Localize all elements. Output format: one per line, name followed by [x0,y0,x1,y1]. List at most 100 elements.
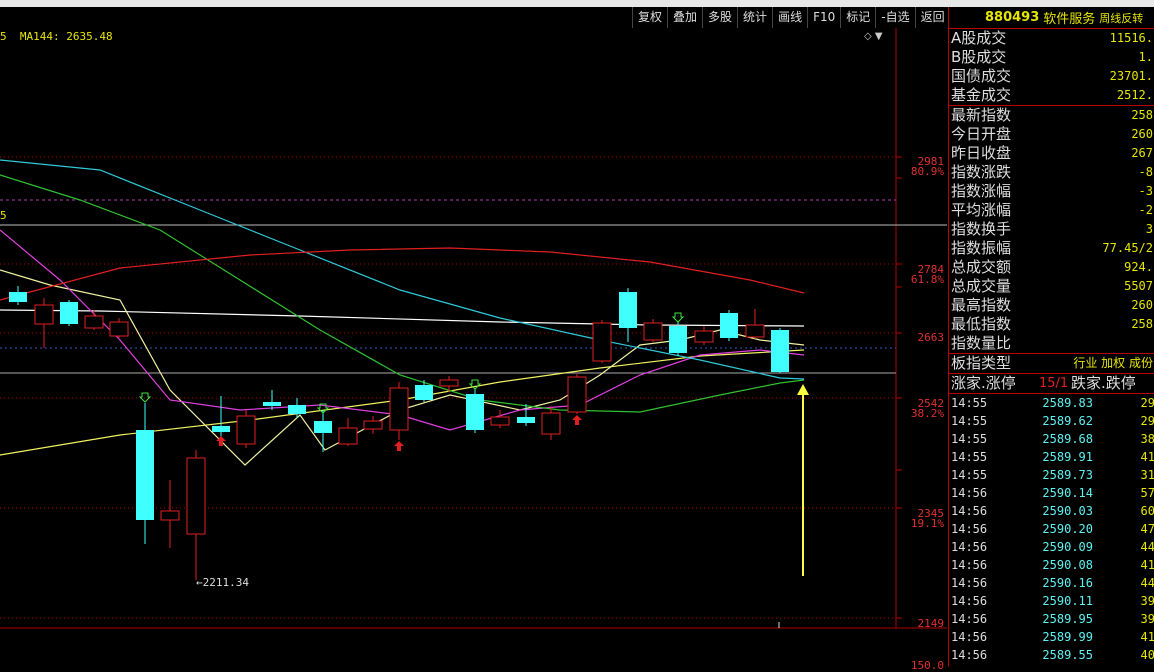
tick-volume: 60 [1140,504,1154,518]
tick-row[interactable]: 14:56 2589.95 39 [949,610,1154,628]
candlestick[interactable] [389,382,409,440]
index-info-panel: 880493 软件服务 周线反转 A股成交 11516. B股成交 1. 国债成交 237… [948,7,1154,667]
tick-row[interactable]: 14:56 2590.14 57 [949,484,1154,502]
candlestick[interactable] [160,480,180,548]
stat-label: 指数涨幅 [951,182,1012,200]
stat-value: 5507 [1124,279,1153,293]
stat-value: 260 [1131,298,1153,312]
stat-value: -3 [1138,184,1153,198]
index-type-label: 板指类型 [951,354,1012,372]
toolbar-watchlist-button[interactable]: -自选 [875,7,914,28]
candlestick[interactable] [466,388,484,433]
tick-time: 14:56 [951,612,988,626]
stat-value: -2 [1138,203,1153,217]
index-name: 软件服务 [1043,12,1096,27]
tick-row[interactable]: 14:56 2590.03 60 [949,502,1154,520]
candlestick[interactable] [212,396,230,438]
candlestick[interactable] [567,374,587,414]
tick-row[interactable]: 14:55 2589.83 29 [949,394,1154,412]
triangle-down-icon[interactable]: ▼ [875,31,883,42]
tick-price: 2589.62 [1042,414,1093,428]
tick-price: 2590.20 [1042,522,1093,536]
toolbar-overlay-button[interactable]: 叠加 [667,7,702,28]
candlestick[interactable] [34,298,54,348]
stat-label: 最新指数 [951,106,1012,124]
candlestick[interactable] [643,319,663,342]
tick-time: 14:56 [951,576,988,590]
toolbar-back-button[interactable]: 返回 [914,7,950,28]
stat-row: 总成交量 5507 [949,277,1154,296]
chart-corner-controls: ◇ ▼ [864,31,883,42]
tick-list[interactable]: 14:55 2589.83 29 14:55 2589.62 29 14:55 2589.68… [949,394,1154,664]
candlestick[interactable] [263,390,281,410]
candlestick[interactable] [109,318,129,338]
tick-price: 2590.11 [1042,594,1093,608]
tick-time: 14:55 [951,450,988,464]
tick-price: 2589.68 [1042,432,1093,446]
stat-value: 77.45/2 [1102,241,1153,255]
candlestick[interactable] [619,288,637,342]
candlestick[interactable] [338,418,358,446]
candlestick[interactable] [136,403,154,544]
tick-row[interactable]: 14:55 2589.62 29 [949,412,1154,430]
toolbar-multi-stock-button[interactable]: 多股 [702,7,737,28]
toolbar-f10-button[interactable]: F10 [807,7,840,28]
candlestick[interactable] [415,380,433,402]
stat-row: 今日开盘 260 [949,125,1154,144]
candlestick[interactable] [236,410,256,448]
ma-green-line [0,174,805,413]
tick-volume: 38 [1140,432,1154,446]
stat-row: 指数换手 3 [949,220,1154,239]
candlestick[interactable] [9,286,27,305]
candlestick[interactable] [186,450,206,580]
side-marker: 5 [0,209,7,222]
diamond-icon[interactable]: ◇ [864,31,872,42]
toolbar-stats-button[interactable]: 统计 [737,7,772,28]
tick-row[interactable]: 14:56 2590.09 44 [949,538,1154,556]
tick-volume: 41 [1140,450,1154,464]
candlestick[interactable] [694,326,714,345]
toolbar-draw-line-button[interactable]: 画线 [772,7,807,28]
tick-row[interactable]: 14:56 2589.99 41 [949,628,1154,646]
candlestick[interactable] [490,410,510,428]
market-row: 基金成交 2512. [949,86,1154,105]
candlestick[interactable] [541,406,561,440]
ma-prefix: 5 [0,30,7,43]
tick-time: 14:56 [951,558,988,572]
index-type-row: 板指类型 行业 加权 成份 [949,353,1154,374]
kline-chart[interactable]: ←2211.34 5 [0,28,947,667]
tick-row[interactable]: 14:56 2590.20 47 [949,520,1154,538]
index-code: 880493 [985,10,1040,25]
ma-red-line [0,247,805,301]
tick-time: 14:56 [951,486,988,500]
toolbar-fuquan-button[interactable]: 复权 [632,7,667,28]
stat-label: 最高指数 [951,296,1012,314]
candlestick[interactable] [771,328,789,373]
candlestick[interactable] [720,310,738,341]
candlestick[interactable] [314,410,332,452]
tick-row[interactable]: 14:55 2589.73 31 [949,466,1154,484]
candlestick[interactable] [363,416,383,434]
tick-row[interactable]: 14:56 2590.11 39 [949,592,1154,610]
toolbar-mark-button[interactable]: 标记 [840,7,875,28]
stat-value: 924. [1124,260,1153,274]
market-row: 国债成交 23701. [949,67,1154,86]
tick-time: 14:56 [951,594,988,608]
tick-time: 14:56 [951,630,988,644]
tick-volume: 29 [1140,396,1154,410]
tick-row[interactable]: 14:55 2589.68 38 [949,430,1154,448]
stat-row: 指数涨幅 -3 [949,182,1154,201]
tick-time: 14:56 [951,648,988,662]
candlestick[interactable] [84,310,104,330]
candlestick[interactable] [60,300,78,326]
tick-row[interactable]: 14:56 2589.55 40 [949,646,1154,664]
breadth-row: 涨家.涨停 15/1 跌家.跌停 [949,374,1154,394]
candlestick[interactable] [592,320,612,363]
stat-label: 指数量比 [951,334,1012,352]
tick-row[interactable]: 14:56 2590.16 44 [949,574,1154,592]
stat-value: 260 [1131,127,1153,141]
candlestick[interactable] [745,309,765,339]
tick-row[interactable]: 14:55 2589.91 41 [949,448,1154,466]
tick-row[interactable]: 14:56 2590.08 41 [949,556,1154,574]
candlestick[interactable] [669,322,687,356]
